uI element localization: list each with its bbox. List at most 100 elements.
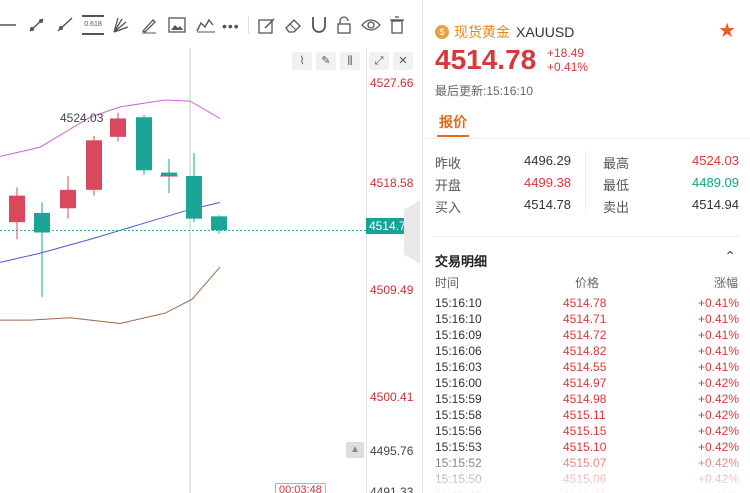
- table-row: 15:16:09 4514.72 +0.41%: [435, 328, 739, 344]
- symbol-code: XAUUSD: [516, 24, 575, 40]
- candle-body: [211, 216, 227, 231]
- magnet-icon[interactable]: [311, 16, 327, 34]
- low-label: 最低: [603, 178, 630, 193]
- axis-label: 4518.58: [370, 176, 414, 190]
- favorite-star-icon[interactable]: ★: [718, 18, 736, 43]
- prev-close-label: 昨收: [435, 156, 462, 171]
- table-row: 15:15:58 4515.11 +0.42%: [435, 408, 739, 424]
- eraser-icon[interactable]: [284, 17, 302, 33]
- axis-label: 4495.76: [370, 444, 414, 458]
- panel-collapse-handle[interactable]: [404, 200, 420, 264]
- candle-body: [9, 195, 25, 223]
- edit-icon[interactable]: [258, 17, 276, 34]
- axis-label: 4500.41: [370, 390, 414, 404]
- trade-change: +0.41%: [697, 296, 739, 310]
- tab-quote[interactable]: 报价: [439, 112, 467, 132]
- divider: [423, 138, 750, 139]
- candlestick-chart[interactable]: [0, 48, 366, 493]
- candle-body: [161, 172, 177, 177]
- candle-countdown: 00:03:48: [275, 483, 326, 493]
- trade-time: 15:16:10: [435, 296, 482, 310]
- trash-icon[interactable]: [389, 16, 405, 34]
- pattern-icon[interactable]: [196, 17, 216, 33]
- candle-body: [136, 117, 152, 171]
- trade-time: 15:15:58: [435, 408, 482, 422]
- symbol-header: $ 现货黄金 XAUUSD: [435, 22, 574, 42]
- trade-change: +0.42%: [697, 392, 739, 406]
- more-icon[interactable]: •••: [222, 18, 240, 34]
- fan-icon[interactable]: [112, 16, 130, 34]
- edit-chart-button[interactable]: ✎: [316, 52, 336, 70]
- axis-label: 4509.49: [370, 283, 414, 297]
- toolbar-divider: [248, 16, 249, 34]
- bid-value: 4514.78: [524, 197, 571, 212]
- col-header-time: 时间: [435, 276, 460, 290]
- chevron-up-icon[interactable]: ⌃: [724, 248, 736, 265]
- table-row: 15:16:10 4514.78 +0.41%: [435, 296, 739, 312]
- eye-icon[interactable]: [361, 18, 381, 32]
- trade-change: +0.41%: [697, 312, 739, 326]
- trade-time: 15:16:00: [435, 376, 482, 390]
- col-header-price: 价格: [575, 276, 600, 290]
- trade-price: 4515.15: [563, 424, 607, 438]
- change-value: +18.49: [547, 46, 585, 60]
- trade-details-title: 交易明细: [435, 254, 488, 269]
- col-header-change: 涨幅: [713, 276, 738, 290]
- trade-time: 15:16:09: [435, 328, 482, 342]
- divider: [433, 236, 739, 237]
- symbol-name: 现货黄金: [454, 24, 510, 40]
- lock-icon[interactable]: [336, 16, 352, 34]
- change-percent: +0.41%: [547, 60, 589, 74]
- high-value: 4524.03: [692, 153, 739, 168]
- table-row: 15:15:56 4515.15 +0.42%: [435, 424, 739, 440]
- trade-time: 15:15:59: [435, 392, 482, 406]
- candle-type-button[interactable]: ⫼: [340, 52, 360, 70]
- trade-price: 4514.71: [563, 312, 607, 326]
- table-row: 15:16:03 4514.55 +0.41%: [435, 360, 739, 376]
- trade-change: +0.41%: [697, 360, 739, 374]
- last-price: 4514.78: [435, 44, 537, 75]
- trade-change: +0.41%: [697, 344, 739, 358]
- fibonacci-icon[interactable]: 0.618: [82, 15, 104, 35]
- divider: [585, 150, 586, 214]
- trade-time: 15:16:03: [435, 360, 482, 374]
- line-tool-icon[interactable]: [0, 20, 18, 30]
- trade-price: 4514.78: [563, 296, 607, 310]
- candle-body: [86, 140, 102, 190]
- bid-label: 买入: [435, 200, 462, 215]
- trade-price: 4514.97: [563, 376, 607, 390]
- alert-bell-icon[interactable]: ▲: [346, 442, 364, 458]
- image-icon[interactable]: [168, 17, 186, 33]
- price-change: +18.49 +0.41%: [547, 46, 588, 74]
- ray-tool-icon[interactable]: [56, 16, 74, 34]
- price-axis: [366, 48, 420, 493]
- table-row: 15:16:00 4514.97 +0.42%: [435, 376, 739, 392]
- ma-lower-line: [0, 266, 221, 325]
- quote-panel: $ 现货黄金 XAUUSD ★ 4514.78 +18.49 +0.41% 最后…: [422, 0, 750, 493]
- trade-price: 4515.11: [563, 408, 606, 422]
- open-value: 4499.38: [524, 175, 571, 190]
- last-updated: 最后更新:15:16:10: [435, 82, 533, 99]
- table-row: 15:16:06 4514.82 +0.41%: [435, 344, 739, 360]
- candle-body: [60, 189, 76, 209]
- candle-body: [110, 118, 126, 137]
- trade-price: 4514.98: [563, 392, 607, 406]
- scroll-fade: [423, 452, 750, 493]
- brush-icon[interactable]: [140, 16, 158, 34]
- table-row: 15:15:59 4514.98 +0.42%: [435, 392, 739, 408]
- trade-price: 4514.82: [563, 344, 607, 358]
- gold-coin-icon: $: [435, 25, 449, 39]
- trade-change: +0.41%: [697, 328, 739, 342]
- high-label: 最高: [603, 156, 630, 171]
- open-label: 开盘: [435, 178, 462, 193]
- tab-active-indicator: [437, 135, 469, 137]
- fibonacci-label: 0.618: [84, 21, 102, 28]
- indicator-settings-button[interactable]: ⌇: [292, 52, 312, 70]
- table-row: 15:16:10 4514.71 +0.41%: [435, 312, 739, 328]
- ask-label: 卖出: [603, 200, 630, 215]
- trade-price: 4514.72: [563, 328, 607, 342]
- ask-value: 4514.94: [692, 197, 739, 212]
- segment-tool-icon[interactable]: [28, 16, 46, 34]
- axis-label: 4491.33: [370, 485, 414, 493]
- last-updated-time: 15:16:10: [486, 84, 534, 98]
